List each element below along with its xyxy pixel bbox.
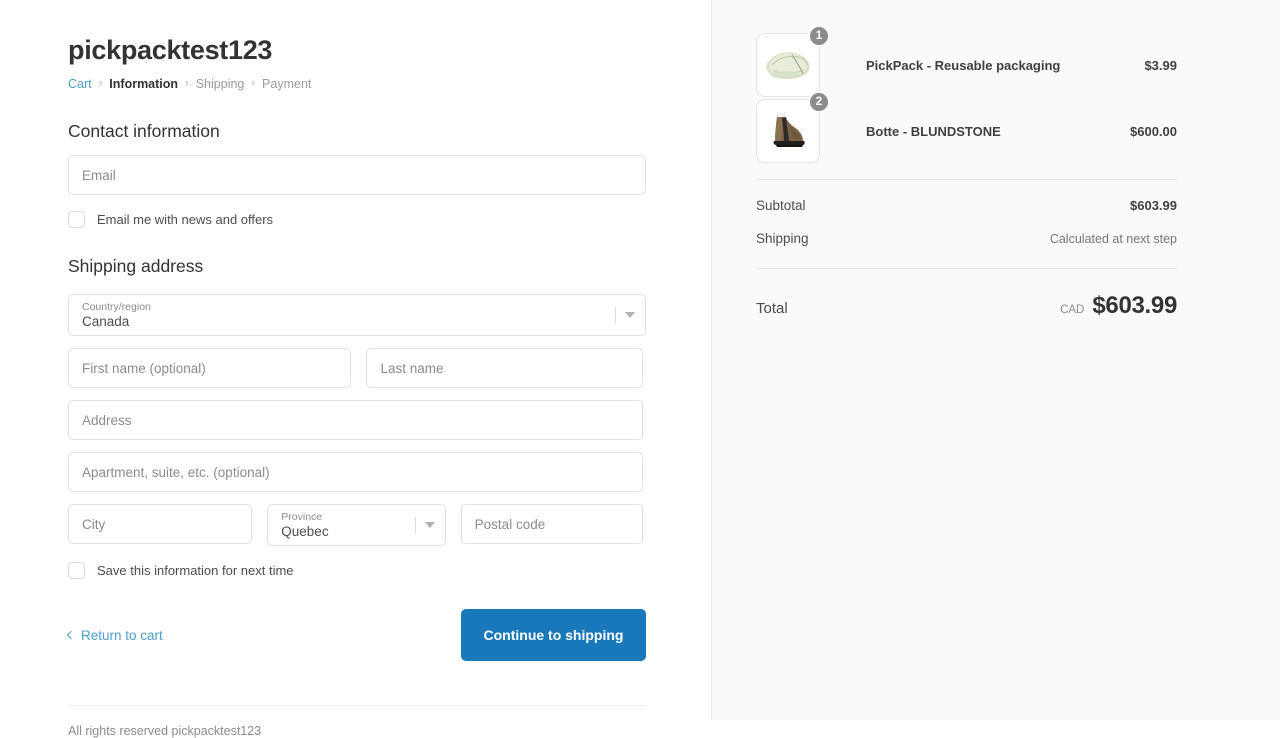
newsletter-checkbox-row[interactable]: Email me with news and offers	[68, 211, 643, 228]
save-info-checkbox[interactable]	[68, 562, 85, 579]
address-field[interactable]: Address	[68, 400, 643, 440]
province-label: Province	[281, 511, 323, 523]
checkout-page: pickpacktest123 Cart › Information › Shi…	[0, 0, 1280, 738]
apartment-placeholder: Apartment, suite, etc. (optional)	[82, 464, 270, 480]
province-select[interactable]: Province Quebec	[267, 504, 446, 546]
chevron-down-icon	[625, 312, 635, 318]
total-amount-wrap: CAD $603.99	[1060, 292, 1177, 320]
continue-to-shipping-button[interactable]: Continue to shipping	[461, 609, 646, 661]
breadcrumb-information: Information	[109, 77, 179, 91]
total-label: Total	[756, 300, 788, 317]
list-item: 1 PickPack - Reusable packaging $3.99	[756, 25, 1177, 98]
save-info-checkbox-row[interactable]: Save this information for next time	[68, 562, 643, 579]
checkout-form-column: pickpacktest123 Cart › Information › Shi…	[0, 0, 711, 738]
email-placeholder: Email	[82, 167, 116, 183]
name-row: First name (optional) Last name	[68, 348, 643, 388]
email-field[interactable]: Email	[68, 155, 646, 195]
city-placeholder: City	[82, 516, 106, 532]
list-item: 2 Botte - BLUNDSTONE $600.00	[756, 91, 1177, 164]
newsletter-checkbox[interactable]	[68, 211, 85, 228]
subtotal-row: Subtotal $603.99	[756, 198, 1177, 213]
product-name: PickPack - Reusable packaging	[866, 57, 1061, 73]
total-row: Total CAD $603.99	[756, 292, 1177, 320]
address-row: Address	[68, 400, 643, 440]
divider	[615, 306, 616, 324]
chevron-left-icon	[66, 630, 76, 640]
chevron-right-icon: ›	[98, 77, 103, 90]
footer-text: All rights reserved pickpacktest123	[68, 705, 646, 738]
page-title: pickpacktest123	[68, 35, 273, 65]
city-field[interactable]: City	[68, 504, 253, 544]
product-price: $600.00	[1130, 123, 1177, 139]
product-thumbnail-wrap: 1	[756, 25, 830, 97]
save-info-label: Save this information for next time	[97, 563, 294, 578]
city-province-postal-row: City Province Quebec Postal code	[68, 504, 643, 546]
product-thumbnail-wrap: 2	[756, 91, 830, 163]
breadcrumb-cart[interactable]: Cart	[68, 76, 92, 92]
contact-information-heading: Contact information	[68, 121, 220, 141]
apartment-row: Apartment, suite, etc. (optional)	[68, 452, 643, 492]
province-value: Quebec	[281, 524, 329, 539]
subtotal-value: $603.99	[1130, 198, 1177, 213]
return-to-cart-label: Return to cart	[81, 627, 163, 643]
province-dropdown-arrow[interactable]	[414, 505, 435, 545]
shipping-address-heading: Shipping address	[68, 256, 204, 276]
quantity-badge: 2	[808, 91, 830, 113]
chevron-down-icon	[424, 522, 435, 528]
first-name-field[interactable]: First name (optional)	[68, 348, 352, 388]
breadcrumb-shipping: Shipping	[195, 77, 245, 91]
breadcrumb: Cart › Information › Shipping › Payment	[68, 76, 643, 92]
quantity-badge: 1	[808, 25, 830, 47]
country-region-value: Canada	[82, 314, 130, 329]
country-region-label: Country/region	[82, 301, 151, 313]
shipping-label: Shipping	[756, 231, 809, 246]
shipping-value: Calculated at next step	[1049, 232, 1177, 246]
product-name: Botte - BLUNDSTONE	[866, 123, 1001, 139]
total-currency: CAD	[1060, 304, 1085, 316]
chevron-right-icon: ›	[185, 77, 189, 90]
last-name-placeholder: Last name	[380, 360, 444, 376]
last-name-field[interactable]: Last name	[366, 348, 643, 388]
divider	[756, 179, 1177, 180]
total-value: $603.99	[1092, 292, 1177, 319]
divider	[756, 268, 1177, 269]
apartment-field[interactable]: Apartment, suite, etc. (optional)	[68, 452, 643, 492]
order-summary-column: 1 PickPack - Reusable packaging $3.99 2 …	[711, 0, 1280, 720]
country-dropdown-arrow[interactable]	[615, 295, 635, 335]
chelsea-boot-icon	[773, 113, 805, 147]
chevron-right-icon: ›	[251, 77, 256, 90]
product-price: $3.99	[1144, 57, 1177, 73]
return-to-cart-link[interactable]: Return to cart	[66, 627, 163, 643]
newsletter-label: Email me with news and offers	[97, 212, 274, 227]
reusable-packaging-icon	[766, 52, 810, 79]
postal-code-field[interactable]: Postal code	[460, 504, 643, 544]
divider	[414, 516, 416, 534]
country-region-select[interactable]: Country/region Canada	[68, 294, 646, 336]
breadcrumb-payment: Payment	[262, 77, 312, 91]
postal-code-placeholder: Postal code	[474, 516, 546, 532]
subtotal-label: Subtotal	[756, 198, 806, 213]
shipping-row: Shipping Calculated at next step	[756, 231, 1177, 246]
form-actions: Return to cart Continue to shipping	[66, 609, 646, 661]
address-placeholder: Address	[82, 412, 132, 428]
first-name-placeholder: First name (optional)	[82, 360, 206, 376]
